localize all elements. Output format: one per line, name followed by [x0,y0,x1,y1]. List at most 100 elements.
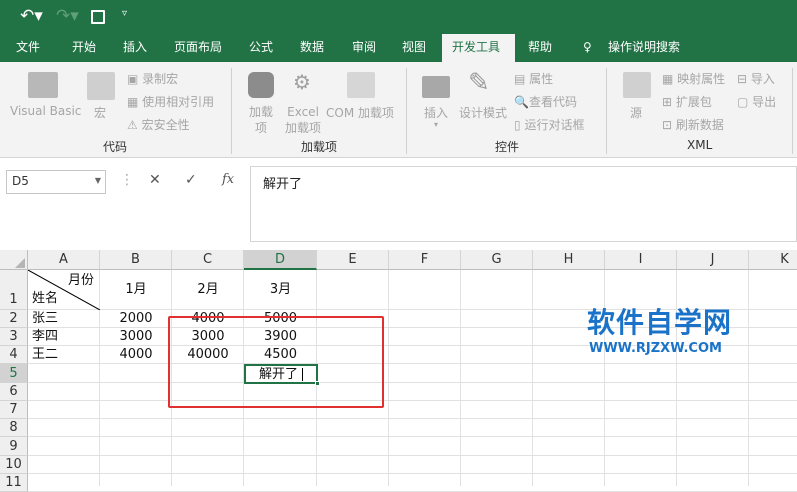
expansion-icon: ⊞ [662,95,673,109]
row-header-4[interactable]: 4 [0,346,28,364]
tab-developer[interactable]: 开发工具 [442,34,515,62]
lightbulb-icon: ♀ [583,40,592,54]
tab-data[interactable]: 数据 [292,34,332,62]
addins-icon [248,72,274,98]
run-dialog-button[interactable]: ▯ 运行对话框 [514,116,584,133]
com-addins-button[interactable]: COM 加载项 [326,104,394,121]
insert-control-button[interactable]: 插入 [424,104,448,121]
row-header-1[interactable]: 1 [0,270,28,310]
properties-icon: ▤ [514,72,526,86]
column-header-E[interactable]: E [317,250,389,270]
divider [792,68,793,154]
gridline [28,418,797,419]
select-all-button[interactable] [0,250,28,270]
row-header-9[interactable]: 9 [0,437,28,456]
dialog-icon: ▯ [514,118,521,132]
view-code-button[interactable]: 🔍查看代码 [514,93,577,110]
toolbox-icon [422,76,450,98]
cancel-icon[interactable]: ✕ [149,172,161,188]
column-header-J[interactable]: J [677,250,749,270]
row-header-7[interactable]: 7 [0,401,28,419]
column-header-G[interactable]: G [461,250,533,270]
tab-formulas[interactable]: 公式 [241,34,281,62]
xml-source-icon [623,72,651,98]
watermark-url: WWW.RJZXW.COM [589,341,722,356]
undo-icon[interactable]: ↶▾ [20,6,43,26]
watermark-title: 软件自学网 [587,306,733,339]
cell-A4[interactable]: 王二 [32,346,58,364]
column-header-H[interactable]: H [533,250,605,270]
divider [406,68,407,154]
tab-file[interactable]: 文件 [8,34,48,62]
tab-page-layout[interactable]: 页面布局 [166,34,230,62]
title-bar: ↶▾ ↷▾ ▿ [0,0,797,34]
column-header-A[interactable]: A [28,250,100,270]
cell-B1[interactable]: 1月 [100,281,172,299]
gridline [748,270,749,486]
cell-B3[interactable]: 3000 [100,328,172,346]
design-mode-icon: ✎ [468,68,490,98]
column-header-I[interactable]: I [605,250,677,270]
row-header-8[interactable]: 8 [0,419,28,437]
macro-security-button[interactable]: ⚠ 宏安全性 [127,116,190,133]
record-macro-button[interactable]: ▣ 录制宏 [127,70,178,87]
formula-input[interactable]: 解开了 [250,166,797,242]
chevron-down-icon[interactable]: ▼ [95,176,101,185]
group-controls-label: 控件 [495,140,520,154]
cell-B2[interactable]: 2000 [100,310,172,328]
map-icon: ▦ [662,72,674,86]
visual-basic-button[interactable]: Visual Basic [10,104,81,118]
group-addins-label: 加载项 [301,140,338,154]
import-icon: ⊟ [737,72,748,86]
column-header-C[interactable]: C [172,250,244,270]
gridline [28,473,797,474]
redo-icon[interactable]: ↷▾ [56,6,79,26]
refresh-data-button[interactable]: ⊡ 刷新数据 [662,116,724,133]
insert-function-icon[interactable]: fx [222,172,234,187]
import-button[interactable]: ⊟ 导入 [737,70,775,87]
addins-button[interactable]: 加载项 [249,104,273,136]
excel-addins-button[interactable]: Excel 加载项 [285,104,321,136]
divider [606,68,607,154]
cell-A2[interactable]: 张三 [32,310,58,328]
divider [231,68,232,154]
gridline [28,455,797,456]
row-header-2[interactable]: 2 [0,310,28,328]
cell-A3[interactable]: 李四 [32,328,58,346]
column-header-B[interactable]: B [100,250,172,270]
macros-button[interactable]: 宏 [94,104,106,121]
cell-B4[interactable]: 4000 [100,346,172,364]
cell-D1[interactable]: 3月 [244,281,317,299]
column-header-K[interactable]: K [749,250,797,270]
tab-insert[interactable]: 插入 [115,34,155,62]
row-header-5[interactable]: 5 [0,364,28,383]
gridline [532,270,533,486]
tab-home[interactable]: 开始 [64,34,104,62]
cell-C1[interactable]: 2月 [172,281,244,299]
expansion-packs-button[interactable]: ⊞ 扩展包 [662,93,712,110]
tab-review[interactable]: 审阅 [344,34,384,62]
row-header-11[interactable]: 11 [0,474,28,492]
save-icon[interactable] [91,10,105,24]
enter-icon[interactable]: ✓ [185,172,197,188]
map-properties-button[interactable]: ▦ 映射属性 [662,70,725,87]
relative-reference-button[interactable]: ▦ 使用相对引用 [127,93,214,110]
column-header-F[interactable]: F [389,250,461,270]
tell-me-search[interactable]: 操作说明搜索 [600,34,688,62]
properties-button[interactable]: ▤ 属性 [514,70,553,87]
xml-source-button[interactable]: 源 [630,104,642,121]
export-button[interactable]: ▢ 导出 [737,93,776,110]
tab-view[interactable]: 视图 [394,34,434,62]
row-header-10[interactable]: 10 [0,456,28,474]
gridline [388,270,389,486]
gear-icon: ⚙ [293,70,311,94]
column-header-D[interactable]: D [244,250,317,270]
tab-help[interactable]: 帮助 [520,34,560,62]
row-header-3[interactable]: 3 [0,328,28,346]
row-header-6[interactable]: 6 [0,383,28,401]
visual-basic-icon [28,72,58,98]
name-box[interactable]: D5 ▼ [6,170,106,194]
customize-icon[interactable]: ▿ [122,8,127,19]
cell-A1-top: 月份 [68,273,95,288]
design-mode-button[interactable]: 设计模式 [459,104,507,121]
